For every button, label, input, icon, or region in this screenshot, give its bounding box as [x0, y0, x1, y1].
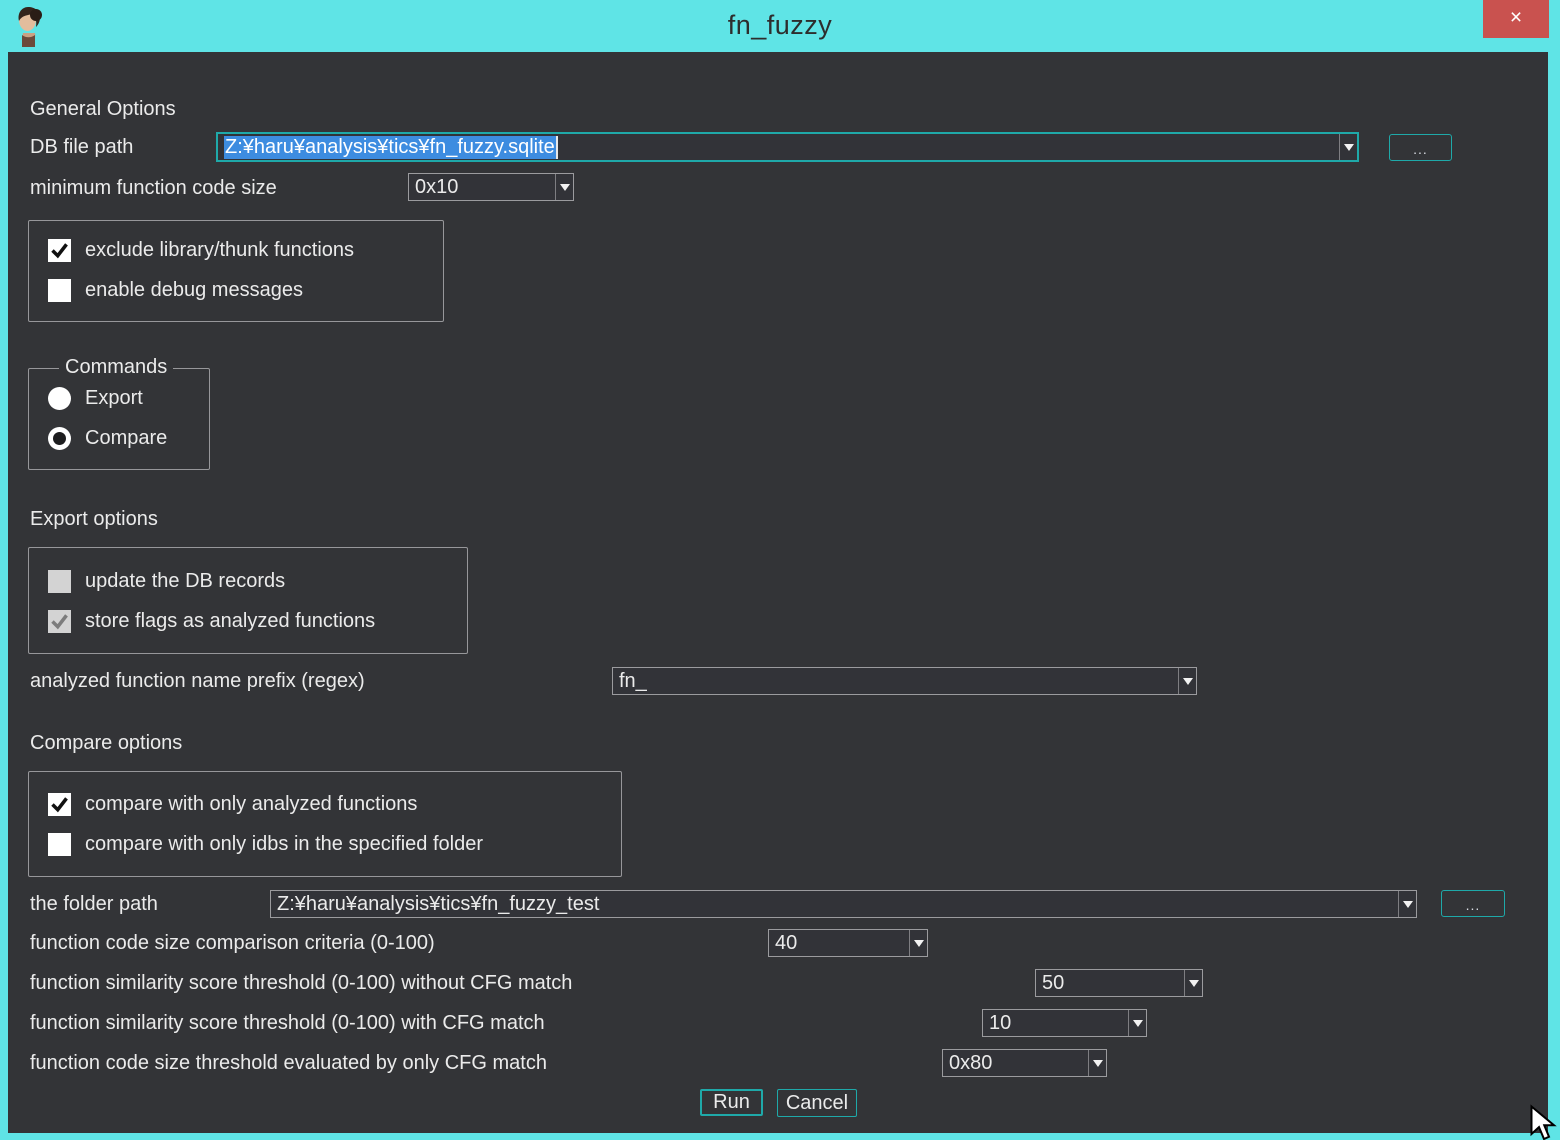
enable-debug-checkbox-row[interactable]: enable debug messages	[48, 279, 303, 302]
store-flags-checkbox-row[interactable]: store flags as analyzed functions	[48, 610, 375, 633]
similarity-without-cfg-combobox[interactable]: 50	[1035, 969, 1203, 997]
general-options-heading: General Options	[30, 98, 176, 121]
update-db-checkbox-row[interactable]: update the DB records	[48, 570, 285, 593]
db-file-path-label: DB file path	[30, 136, 133, 159]
exclude-library-checkbox-row[interactable]: exclude library/thunk functions	[48, 239, 354, 262]
close-button[interactable]: ×	[1483, 0, 1549, 38]
code-size-criteria-dropdown-button[interactable]	[909, 930, 927, 956]
compare-analyzed-checkbox-row[interactable]: compare with only analyzed functions	[48, 793, 417, 816]
store-flags-checkbox-label: store flags as analyzed functions	[85, 610, 375, 633]
db-file-path-dropdown-button[interactable]	[1339, 134, 1357, 160]
chevron-down-icon	[1189, 980, 1199, 987]
update-db-checkbox	[48, 570, 71, 593]
code-size-threshold-cfg-label: function code size threshold evaluated b…	[30, 1052, 547, 1075]
db-file-path-browse-button[interactable]: ...	[1389, 134, 1452, 161]
export-radio[interactable]	[48, 387, 71, 410]
compare-idbs-checkbox[interactable]	[48, 833, 71, 856]
chevron-down-icon	[1403, 901, 1413, 908]
exclude-library-checkbox[interactable]	[48, 239, 71, 262]
close-icon: ×	[1510, 6, 1522, 29]
chevron-down-icon	[1133, 1020, 1143, 1027]
folder-path-dropdown-button[interactable]	[1398, 891, 1416, 917]
similarity-without-cfg-dropdown-button[interactable]	[1184, 970, 1202, 996]
db-file-path-value: Z:¥haru¥analysis¥tics¥fn_fuzzy.sqlite	[224, 136, 558, 159]
compare-options-heading: Compare options	[30, 732, 182, 755]
cancel-button[interactable]: Cancel	[777, 1089, 857, 1117]
code-size-threshold-cfg-combobox[interactable]: 0x80	[942, 1049, 1107, 1077]
folder-path-value: Z:¥haru¥analysis¥tics¥fn_fuzzy_test	[271, 891, 1398, 917]
compare-analyzed-checkbox-label: compare with only analyzed functions	[85, 793, 417, 816]
mouse-cursor-icon	[1524, 1104, 1560, 1140]
export-options-heading: Export options	[30, 508, 158, 531]
code-size-criteria-combobox[interactable]: 40	[768, 929, 928, 957]
commands-group-title: Commands	[59, 356, 173, 379]
fn-fuzzy-dialog: fn_fuzzy × General Options DB file path …	[0, 0, 1560, 1140]
similarity-with-cfg-label: function similarity score threshold (0-1…	[30, 1012, 545, 1035]
chevron-down-icon	[560, 184, 570, 191]
compare-options-group	[28, 771, 622, 877]
exclude-library-checkbox-label: exclude library/thunk functions	[85, 239, 354, 262]
prefix-value: fn_	[613, 668, 1178, 694]
run-button[interactable]: Run	[700, 1089, 763, 1116]
chevron-down-icon	[1093, 1060, 1103, 1067]
min-code-size-label: minimum function code size	[30, 177, 277, 200]
compare-idbs-checkbox-row[interactable]: compare with only idbs in the specified …	[48, 833, 483, 856]
prefix-combobox[interactable]: fn_	[612, 667, 1197, 695]
compare-radio-label: Compare	[85, 427, 167, 450]
chevron-down-icon	[914, 940, 924, 947]
compare-idbs-checkbox-label: compare with only idbs in the specified …	[85, 833, 483, 856]
compare-radio[interactable]	[48, 427, 71, 450]
update-db-checkbox-label: update the DB records	[85, 570, 285, 593]
export-radio-row[interactable]: Export	[48, 387, 143, 410]
general-checkbox-group	[28, 220, 444, 322]
min-code-size-dropdown-button[interactable]	[555, 174, 573, 200]
folder-path-combobox[interactable]: Z:¥haru¥analysis¥tics¥fn_fuzzy_test	[270, 890, 1417, 918]
min-code-size-combobox[interactable]: 0x10	[408, 173, 574, 201]
window-title: fn_fuzzy	[0, 10, 1560, 41]
folder-path-browse-button[interactable]: ...	[1441, 890, 1505, 917]
export-options-group	[28, 547, 468, 654]
checkmark-icon	[49, 240, 70, 261]
similarity-without-cfg-label: function similarity score threshold (0-1…	[30, 972, 572, 995]
chevron-down-icon	[1183, 678, 1193, 685]
prefix-label: analyzed function name prefix (regex)	[30, 670, 365, 693]
compare-radio-row[interactable]: Compare	[48, 427, 167, 450]
similarity-with-cfg-combobox[interactable]: 10	[982, 1009, 1147, 1037]
similarity-with-cfg-dropdown-button[interactable]	[1128, 1010, 1146, 1036]
checkmark-icon	[49, 611, 70, 632]
folder-path-label: the folder path	[30, 893, 158, 916]
commands-group: Commands	[28, 368, 210, 470]
titlebar[interactable]: fn_fuzzy ×	[0, 0, 1560, 52]
db-file-path-combobox[interactable]: Z:¥haru¥analysis¥tics¥fn_fuzzy.sqlite	[216, 132, 1359, 162]
dialog-body: General Options DB file path Z:¥haru¥ana…	[8, 52, 1548, 1133]
store-flags-checkbox	[48, 610, 71, 633]
enable-debug-checkbox-label: enable debug messages	[85, 279, 303, 302]
enable-debug-checkbox[interactable]	[48, 279, 71, 302]
similarity-without-cfg-value: 50	[1036, 970, 1184, 996]
code-size-criteria-label: function code size comparison criteria (…	[30, 932, 435, 955]
prefix-dropdown-button[interactable]	[1178, 668, 1196, 694]
min-code-size-value: 0x10	[409, 174, 555, 200]
similarity-with-cfg-value: 10	[983, 1010, 1128, 1036]
code-size-threshold-cfg-dropdown-button[interactable]	[1088, 1050, 1106, 1076]
compare-analyzed-checkbox[interactable]	[48, 793, 71, 816]
code-size-threshold-cfg-value: 0x80	[943, 1050, 1088, 1076]
export-radio-label: Export	[85, 387, 143, 410]
chevron-down-icon	[1344, 144, 1354, 151]
code-size-criteria-value: 40	[769, 930, 909, 956]
checkmark-icon	[49, 794, 70, 815]
